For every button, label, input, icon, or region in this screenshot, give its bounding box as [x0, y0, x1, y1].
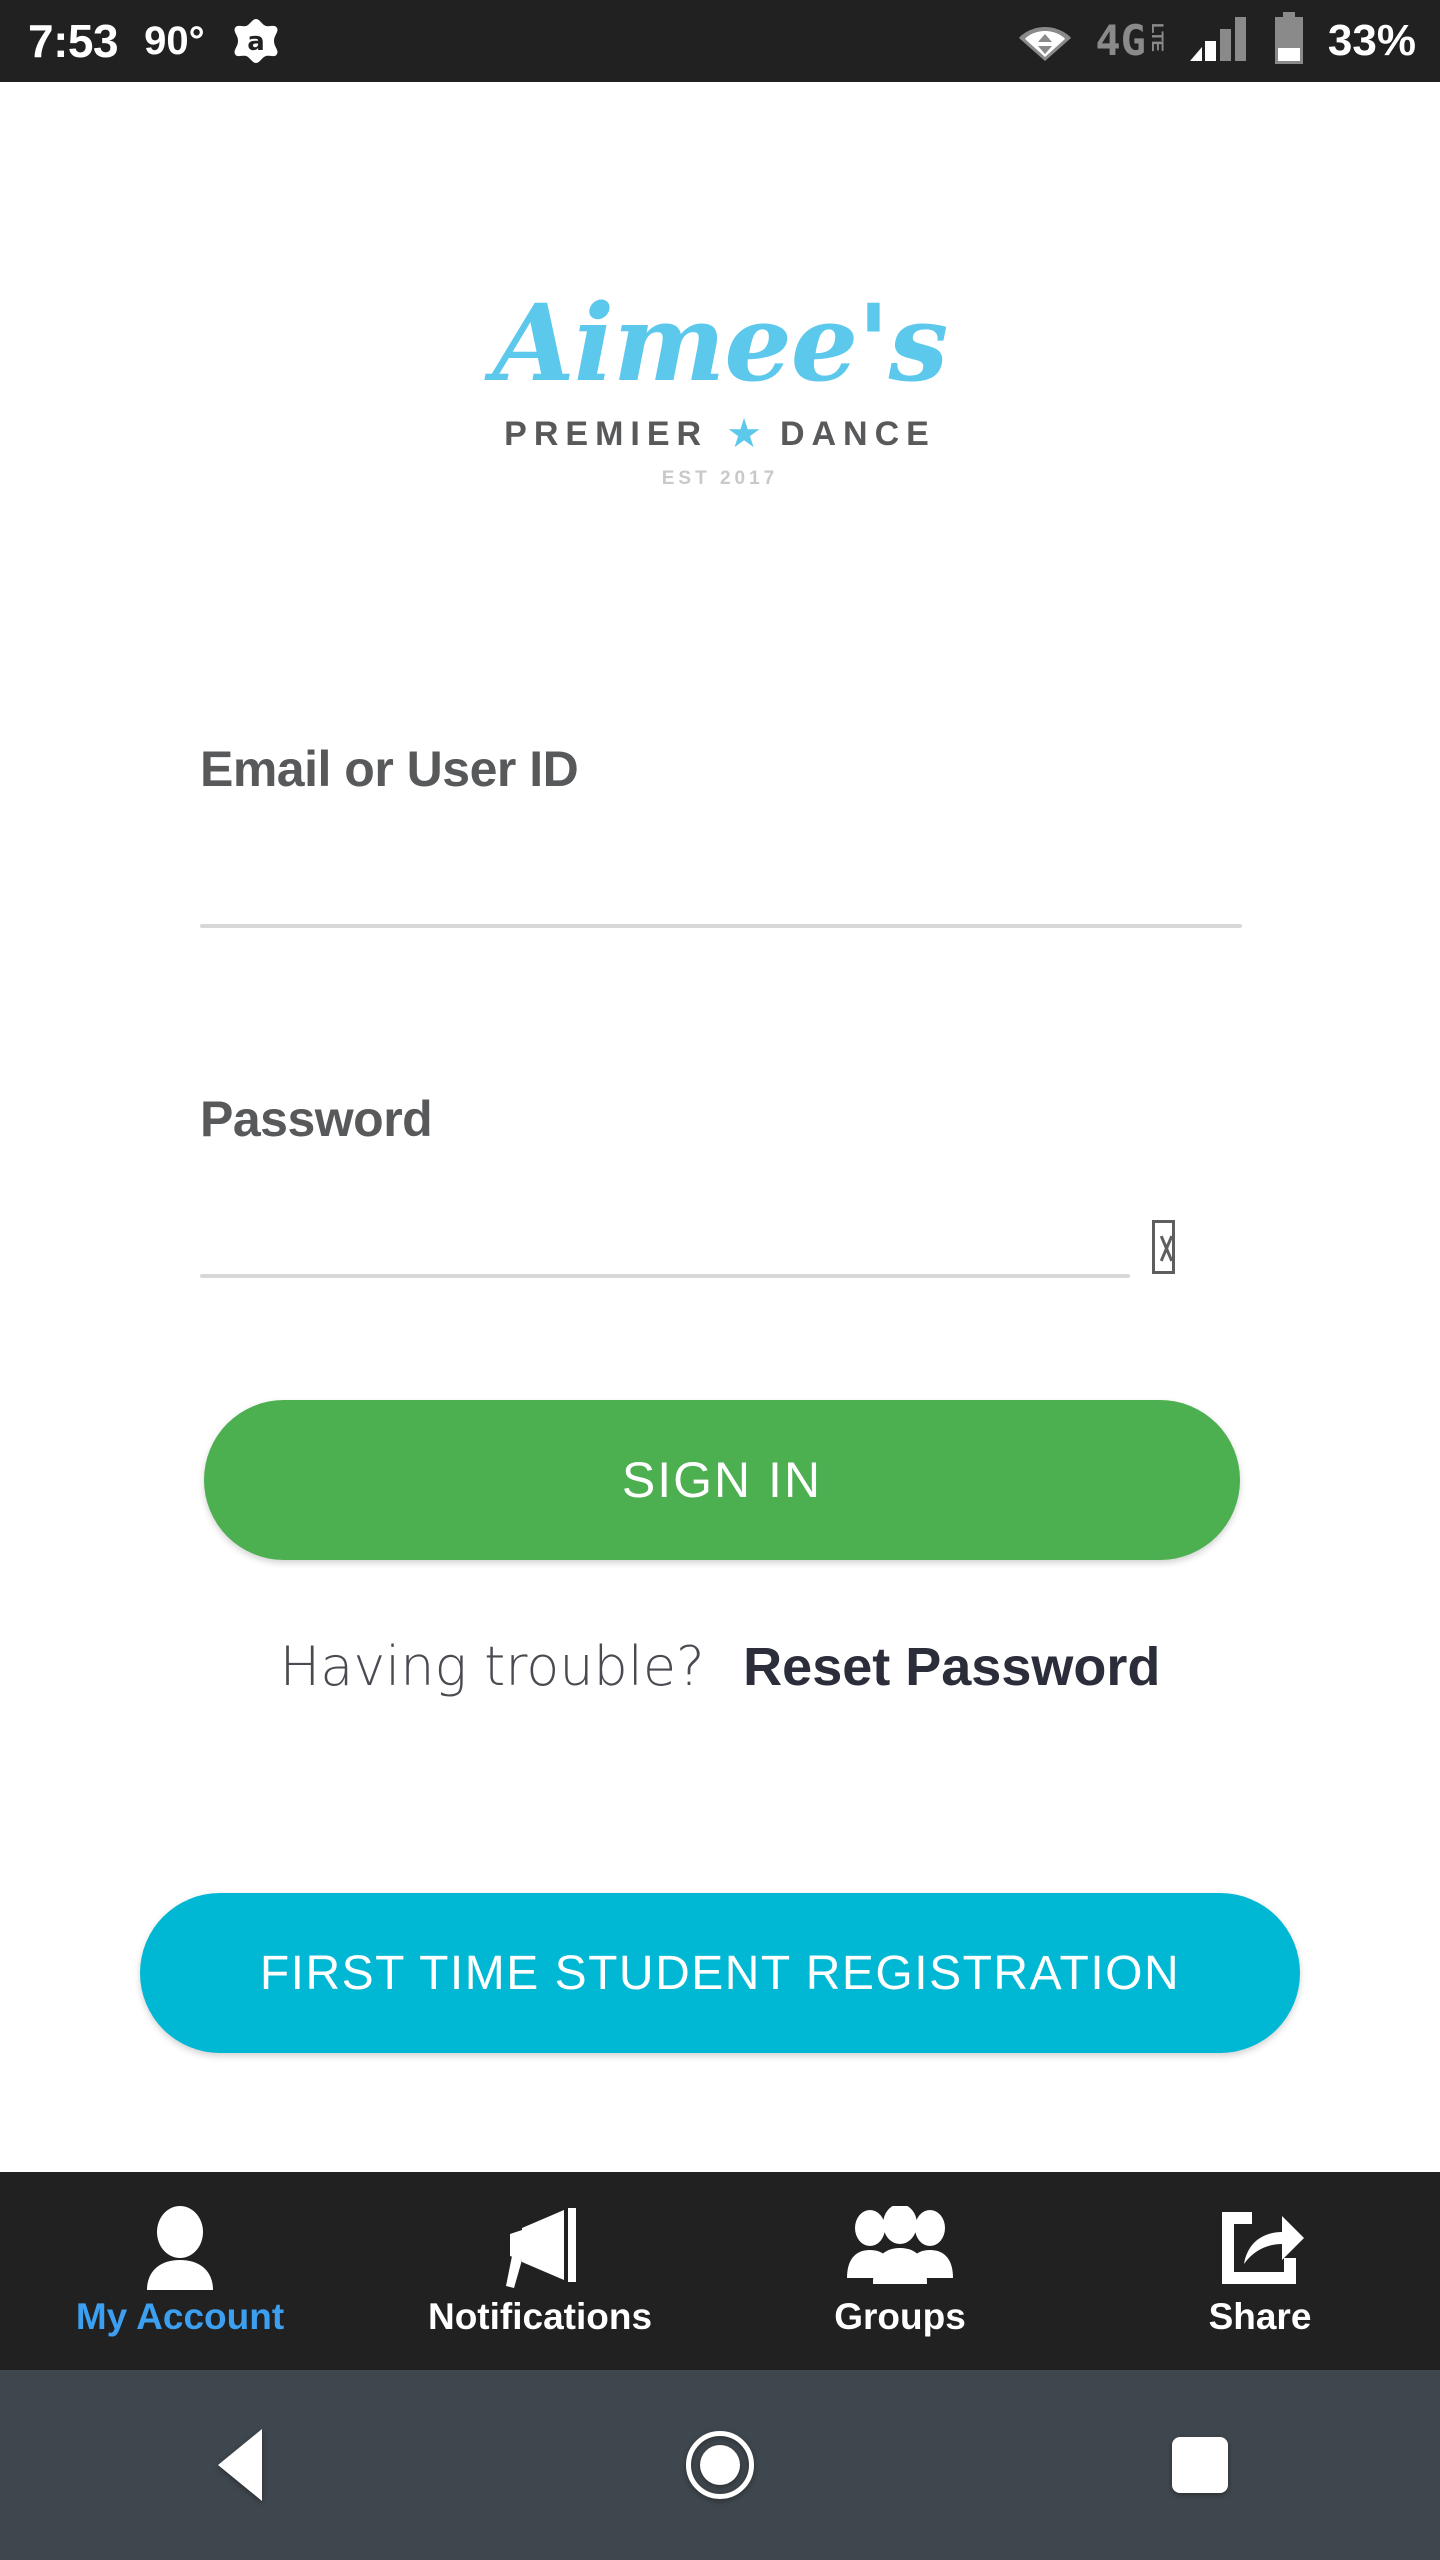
network-label: 4G [1095, 16, 1146, 66]
status-time: 7:53 [28, 15, 119, 67]
person-icon [137, 2204, 223, 2290]
logo-established: EST 2017 [661, 468, 779, 489]
email-input[interactable] [200, 836, 1242, 898]
password-field-label: Password [200, 1091, 433, 1147]
brand-logo: Aimee's PREMIER ★ DANCE EST 2017 [0, 290, 1440, 490]
android-back-button[interactable] [0, 2429, 480, 2501]
status-bar: 7:53 90° a 4G LTE 33% [0, 0, 1440, 82]
show-password-toggle-icon[interactable] [1152, 1220, 1175, 1274]
svg-text:a: a [247, 27, 265, 57]
star-icon: ★ [726, 412, 762, 456]
android-navigation-bar [0, 2370, 1440, 2560]
tab-label-groups: Groups [834, 2296, 966, 2337]
tab-label-my-account: My Account [75, 2296, 285, 2337]
logo-tagline: PREMIER ★ DANCE [0, 414, 1440, 454]
first-time-student-registration-button[interactable]: FIRST TIME STUDENT REGISTRATION [140, 1893, 1300, 2053]
password-field-group: Password [200, 1090, 1242, 1278]
recents-square-icon [1172, 2437, 1228, 2493]
tab-label-notifications: Notifications [427, 2296, 653, 2337]
share-icon [1214, 2204, 1306, 2290]
logo-tagline-left: PREMIER [504, 414, 709, 453]
sign-in-button[interactable]: SIGN IN [204, 1400, 1240, 1560]
email-field-label: Email or User ID [200, 741, 579, 797]
email-field-underline [200, 924, 1242, 928]
android-home-button[interactable] [480, 2431, 960, 2499]
network-sub-label: LTE [1147, 23, 1167, 52]
tab-groups[interactable]: Groups [720, 2172, 1080, 2370]
password-input[interactable] [200, 1186, 1100, 1248]
having-trouble-label: Having trouble? [279, 1635, 705, 1698]
megaphone-icon [492, 2204, 588, 2290]
tab-my-account[interactable]: My Account [0, 2172, 360, 2370]
battery-percent-label: 33% [1327, 16, 1416, 65]
status-bar-right: 4G LTE 33% [1017, 11, 1440, 71]
app-screen: 7:53 90° a 4G LTE 33% Aimee's PREMIER ★ … [0, 0, 1440, 2560]
tab-notifications[interactable]: Notifications [360, 2172, 720, 2370]
back-triangle-icon [218, 2429, 262, 2501]
android-recents-button[interactable] [960, 2437, 1440, 2493]
tab-label-share: Share [1208, 2296, 1312, 2337]
logo-script-name: Aimee's [492, 280, 949, 405]
reset-password-link[interactable]: Reset Password [743, 1637, 1160, 1697]
help-row: Having trouble? Reset Password [0, 1635, 1440, 1698]
home-circle-icon [686, 2431, 754, 2499]
email-field-group: Email or User ID [200, 740, 1242, 928]
cellular-signal-icon [1188, 15, 1250, 68]
bottom-tab-bar: My Account Notifications Groups Share [0, 2172, 1440, 2370]
status-bar-left: 7:53 90° a [0, 14, 281, 68]
wifi-icon [1017, 17, 1073, 66]
tab-share[interactable]: Share [1080, 2172, 1440, 2370]
logo-tagline-right: DANCE [779, 414, 936, 453]
status-temperature: 90° [144, 18, 205, 63]
battery-icon [1272, 11, 1306, 71]
password-field-underline [200, 1274, 1130, 1278]
network-type-icon: 4G LTE [1095, 16, 1167, 66]
people-icon [845, 2204, 955, 2290]
avast-icon: a [231, 16, 281, 66]
